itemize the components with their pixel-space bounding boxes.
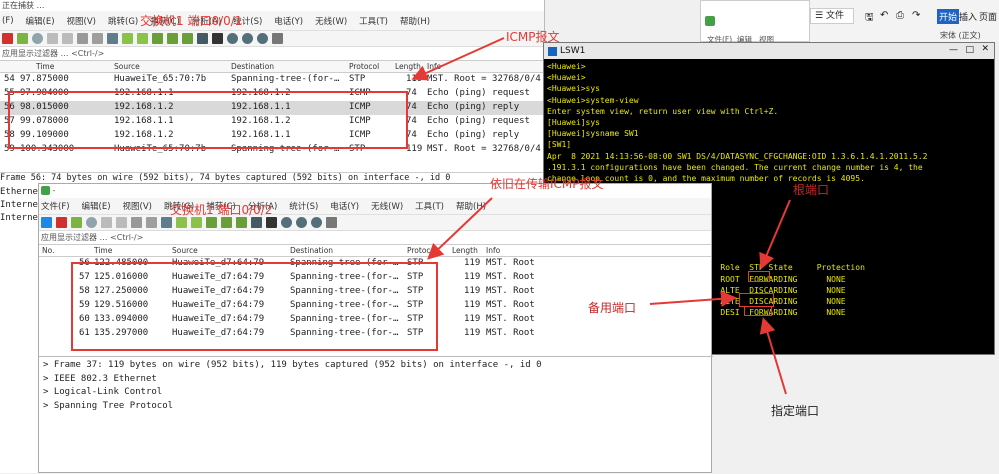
arrow-icmp <box>411 37 505 81</box>
arrow-still-icmp <box>427 197 493 260</box>
arrow-root-port <box>759 199 791 270</box>
arrow-alternate-port <box>649 290 737 307</box>
annotation-arrows <box>411 37 791 395</box>
arrow-designated-port <box>759 317 787 395</box>
